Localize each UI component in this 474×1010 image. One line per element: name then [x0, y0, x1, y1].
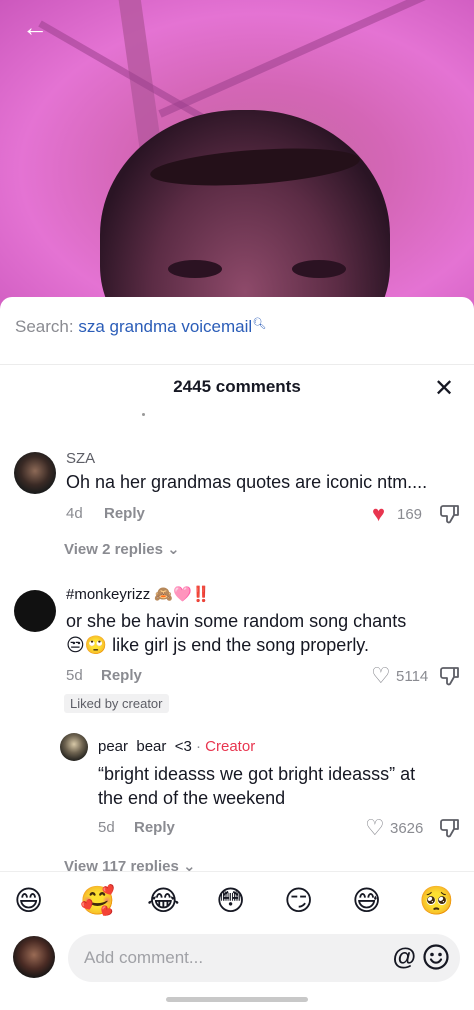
my-avatar: [13, 936, 55, 978]
reply-time: 5d: [98, 819, 115, 836]
like-count: 169: [397, 506, 423, 523]
smiling-hearts-emoji[interactable]: 🥰: [80, 884, 115, 917]
tears-of-joy-emoji[interactable]: 😂: [147, 884, 180, 917]
heart-icon[interactable]: ♥: [372, 503, 385, 525]
mention-at-icon[interactable]: @: [393, 944, 416, 972]
pleading-emoji[interactable]: 🥺: [419, 884, 454, 917]
emoji-quick-bar: 😄 🥰 😂 😳 😏 😅 🥺: [0, 871, 474, 925]
emoji-picker-icon[interactable]: [422, 943, 450, 971]
avatar[interactable]: [14, 590, 56, 632]
comment-time: 4d: [66, 505, 83, 522]
reply-username: pear bear <3: [98, 738, 192, 755]
comments-count-title: 2445 comments: [173, 377, 301, 396]
reply-text-line: “bright ideasss we got bright ideasss” a…: [98, 764, 416, 784]
comment-username[interactable]: #monkeyrizz 🙈🩷‼️: [66, 585, 210, 603]
comment-username[interactable]: SZA: [66, 450, 95, 467]
avatar[interactable]: [60, 733, 88, 761]
heart-outline-icon[interactable]: ♡: [365, 817, 385, 839]
eye-decor: [292, 260, 346, 278]
home-indicator: [166, 997, 308, 1002]
comment-text-line: or she be havin some random song chants: [66, 611, 407, 631]
dislike-icon[interactable]: [440, 665, 460, 687]
search-label: Search:: [15, 317, 74, 336]
heart-outline-icon[interactable]: ♡: [371, 665, 391, 687]
grinning-emoji[interactable]: 😄: [14, 884, 43, 917]
back-arrow-icon[interactable]: ←: [18, 10, 52, 44]
flushed-emoji[interactable]: 😳: [216, 884, 245, 917]
view-replies-button[interactable]: View 117 replies ⌄: [64, 857, 196, 871]
view-replies-label: View 2 replies: [64, 541, 163, 558]
comment-text: Oh na her grandmas quotes are iconic ntm…: [66, 472, 428, 492]
reply-button[interactable]: Reply: [104, 505, 145, 522]
avatar[interactable]: [14, 452, 56, 494]
view-replies-label: View 117 replies: [64, 858, 179, 871]
bed-frame-decor: [158, 0, 454, 118]
view-replies-button[interactable]: View 2 replies ⌄: [64, 540, 180, 558]
divider-dot: [142, 413, 145, 416]
eye-decor: [168, 260, 222, 278]
creator-tag: Creator: [205, 738, 256, 755]
like-count: 3626: [390, 820, 424, 837]
reply-username-row[interactable]: pear bear <3 · Creator: [98, 738, 255, 755]
dislike-icon[interactable]: [440, 817, 460, 839]
separator-dot: ·: [196, 738, 201, 755]
reply-button[interactable]: Reply: [101, 667, 142, 684]
search-term[interactable]: sza grandma voicemail: [78, 317, 252, 336]
like-count: 5114: [396, 668, 429, 685]
search-icon: 🔍︎: [252, 318, 267, 330]
comment-time: 5d: [66, 667, 83, 684]
comment-text-line: 😒🙄 like girl js end the song properly.: [66, 635, 369, 655]
search-suggestion[interactable]: Search: sza grandma voicemail🔍︎: [0, 297, 474, 365]
liked-by-creator-badge: Liked by creator: [64, 694, 169, 713]
dislike-icon[interactable]: [440, 503, 460, 525]
comments-sheet: Search: sza grandma voicemail🔍︎ 2445 com…: [0, 297, 474, 1010]
smirk-emoji[interactable]: 😏: [284, 884, 313, 917]
reply-button[interactable]: Reply: [134, 819, 175, 836]
close-icon[interactable]: ✕: [430, 375, 458, 403]
video-preview: [0, 0, 474, 310]
reply-text-line: the end of the weekend: [98, 788, 286, 808]
sweat-smile-emoji[interactable]: 😅: [352, 884, 381, 917]
